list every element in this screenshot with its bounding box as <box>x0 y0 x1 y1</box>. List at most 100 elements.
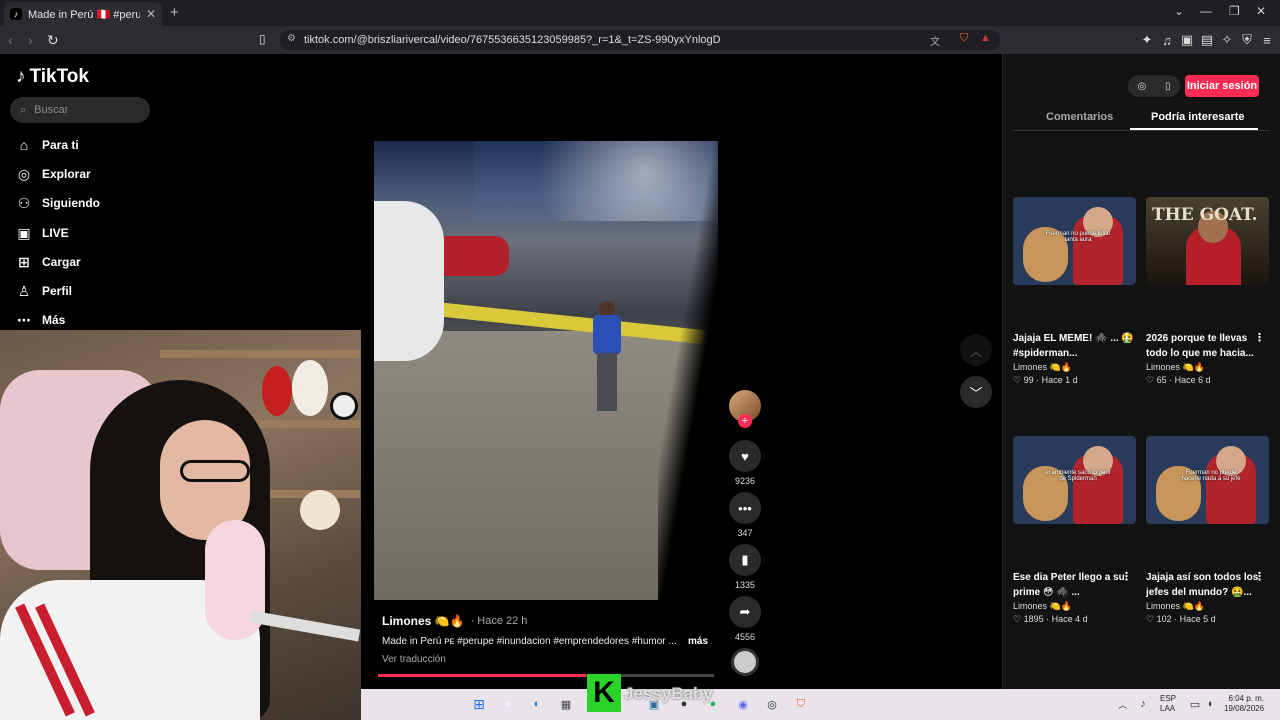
edge-icon[interactable]: ◐ <box>528 695 546 713</box>
site-info-icon[interactable]: ⚙ <box>287 33 296 44</box>
thumbnail-caption: el ambiente sacó lo peor de Spiderman <box>1045 470 1111 482</box>
search-icon[interactable]: ⌕ <box>499 695 517 713</box>
nav-item-cargar[interactable]: ⊞ Cargar <box>16 254 81 270</box>
forward-icon[interactable]: › <box>28 32 33 48</box>
nav-item-siguiendo[interactable]: ⚇ Siguiendo <box>16 195 100 211</box>
glasses <box>180 460 250 482</box>
header-icon-group: ◎ ▯ <box>1128 75 1180 97</box>
nav-item-perfil[interactable]: ♙ Perfil <box>16 283 72 299</box>
card-title[interactable]: Ese dia Peter llego a su prime 😳 🕷️ ... ⋮ <box>1013 570 1136 600</box>
media-icon[interactable]: ♫ <box>1158 31 1176 49</box>
rewards-icon[interactable]: ▲ <box>980 32 991 44</box>
brave-shield-icon[interactable]: ⛉ <box>960 32 968 45</box>
video-thumbnail[interactable]: THE GOAT. <box>1146 197 1269 285</box>
tiktok-logo[interactable]: ♪ TikTok <box>16 66 89 88</box>
suggested-video-card[interactable]: Fuerman no puede lidiar tanta aura Jajaj… <box>1013 197 1136 386</box>
close-window-icon[interactable]: ✕ <box>1256 4 1266 18</box>
tab-suggested[interactable]: Podría interesarte <box>1151 111 1245 123</box>
post-time: · Hace 22 h <box>470 615 528 627</box>
save-button[interactable]: ▮ <box>729 544 761 576</box>
suggested-video-card[interactable]: Fuerman no puede hacerle nada a su jefe … <box>1146 436 1269 625</box>
follow-plus-icon[interactable]: + <box>738 414 752 428</box>
video-author[interactable]: Limones 🍋🔥 · Hace 22 h <box>382 614 527 628</box>
wallet-icon[interactable]: ▤ <box>1198 31 1216 49</box>
chevron-up-icon: ︿ <box>969 343 983 359</box>
device-icon[interactable]: ▯ <box>1165 81 1171 92</box>
card-user[interactable]: Limones 🍋🔥 <box>1146 362 1269 373</box>
discord-icon[interactable]: ◉ <box>734 695 752 713</box>
comment-count: 347 <box>737 528 753 538</box>
comment-button[interactable]: ••• <box>729 492 761 524</box>
card-title[interactable]: Jajaja EL MEME! 🕷️ ... 🤮 #spiderman... ⋮ <box>1013 331 1136 361</box>
minimize-icon[interactable]: — <box>1200 4 1212 18</box>
more-link[interactable]: más <box>688 636 708 647</box>
extensions-icon[interactable]: ✦ <box>1138 31 1156 49</box>
nav-item-label: Siguiendo <box>42 196 100 210</box>
nav-item-label: LIVE <box>42 226 69 240</box>
reload-icon[interactable]: ↻ <box>47 32 59 49</box>
volume-icon[interactable]: ◖ <box>1201 695 1219 713</box>
browser-tab[interactable]: ♪ Made in Perú 🇵🇪 #perupe #inundac ✕ <box>4 2 162 26</box>
following-icon: ⚇ <box>17 194 31 211</box>
leo-ai-icon[interactable]: ✧ <box>1218 31 1236 49</box>
spotify-icon[interactable]: ● <box>704 695 722 713</box>
nav-item-label: Explorar <box>42 167 91 181</box>
more-options-icon[interactable]: ⋮ <box>1254 331 1265 346</box>
video-thumbnail[interactable]: Fuerman no puede lidiar tanta aura <box>1013 197 1136 285</box>
clock[interactable]: 6:04 p. m. 19/08/2026 <box>1224 694 1264 714</box>
nav-item-para-ti[interactable]: ⌂ Para ti <box>16 137 79 153</box>
more-options-icon[interactable]: ⋮ <box>1121 570 1132 585</box>
music-disc-icon[interactable] <box>731 648 759 676</box>
login-button[interactable]: Iniciar sesión <box>1185 75 1259 97</box>
chevron-down-icon[interactable]: ⌄ <box>1174 4 1184 18</box>
close-tab-icon[interactable]: ✕ <box>146 7 156 21</box>
previous-video-button[interactable]: ︿ <box>960 334 992 366</box>
url-field[interactable]: ⚙ tiktok.com/@briszliarivercal/video/767… <box>280 30 1000 50</box>
card-title[interactable]: 2026 porque te llevas todo lo que me hac… <box>1146 331 1269 361</box>
more-options-icon[interactable]: ⋮ <box>1121 331 1132 346</box>
sidebar-icon[interactable]: ▣ <box>1178 31 1196 49</box>
vpn-icon[interactable]: ⛨ <box>1238 31 1256 49</box>
card-user[interactable]: Limones 🍋🔥 <box>1013 362 1136 373</box>
nav-item-mas[interactable]: ⋯ Más <box>16 312 65 328</box>
bookmark-icon[interactable]: ▯ <box>259 32 266 46</box>
tab-comments[interactable]: Comentarios <box>1046 111 1113 123</box>
card-user[interactable]: Limones 🍋🔥 <box>1013 601 1136 612</box>
tray-chevron-icon[interactable]: ︿ <box>1114 695 1132 713</box>
start-icon[interactable]: ⊞ <box>470 695 488 713</box>
video-progress-bar[interactable] <box>378 674 714 677</box>
share-button[interactable]: ➦ <box>729 596 761 628</box>
app-icon[interactable]: ▦ <box>557 695 575 713</box>
active-tab-underline <box>1130 128 1258 130</box>
video-thumbnail[interactable]: Fuerman no puede hacerle nada a su jefe <box>1146 436 1269 524</box>
search-input[interactable]: ⌕ Buscar <box>10 97 150 123</box>
translate-icon[interactable]: 文 <box>930 33 940 48</box>
new-tab-button[interactable]: + <box>170 4 179 21</box>
back-icon[interactable]: ‹ <box>8 32 13 48</box>
suggested-video-card[interactable]: THE GOAT. 2026 porque te llevas todo lo … <box>1146 197 1269 386</box>
suggested-video-card[interactable]: el ambiente sacó lo peor de Spiderman Es… <box>1013 436 1136 625</box>
language-indicator[interactable]: ESP LAA <box>1160 694 1176 714</box>
store-icon[interactable]: ▣ <box>645 695 663 713</box>
like-button[interactable]: ♥ <box>729 440 761 472</box>
nav-item-explorar[interactable]: ◎ Explorar <box>16 166 91 182</box>
card-user[interactable]: Limones 🍋🔥 <box>1146 601 1269 612</box>
brave-icon[interactable]: ⛉ <box>792 695 810 713</box>
author-name[interactable]: Limones 🍋🔥 <box>382 614 465 628</box>
steam-icon[interactable]: ◎ <box>763 695 781 713</box>
nav-item-live[interactable]: ▣ LIVE <box>16 225 69 241</box>
coin-icon[interactable]: ◎ <box>1137 81 1146 92</box>
github-icon[interactable]: ● <box>675 695 693 713</box>
heart-outline-icon: ♡ <box>1146 614 1155 624</box>
maximize-icon[interactable]: ❐ <box>1229 4 1240 18</box>
card-title[interactable]: Jajaja así son todos los jefes del mundo… <box>1146 570 1269 600</box>
menu-icon[interactable]: ≡ <box>1258 31 1276 49</box>
next-video-button[interactable]: ﹀ <box>960 376 992 408</box>
video-thumbnail[interactable]: el ambiente sacó lo peor de Spiderman <box>1013 436 1136 524</box>
more-options-icon[interactable]: ⋮ <box>1254 570 1265 585</box>
microphone-tray-icon[interactable]: ♪ <box>1134 695 1152 713</box>
chevron-down-icon: ﹀ <box>969 385 983 401</box>
see-translation-link[interactable]: Ver traducción <box>382 654 446 665</box>
video-player[interactable] <box>374 141 718 600</box>
white-car <box>374 201 444 361</box>
